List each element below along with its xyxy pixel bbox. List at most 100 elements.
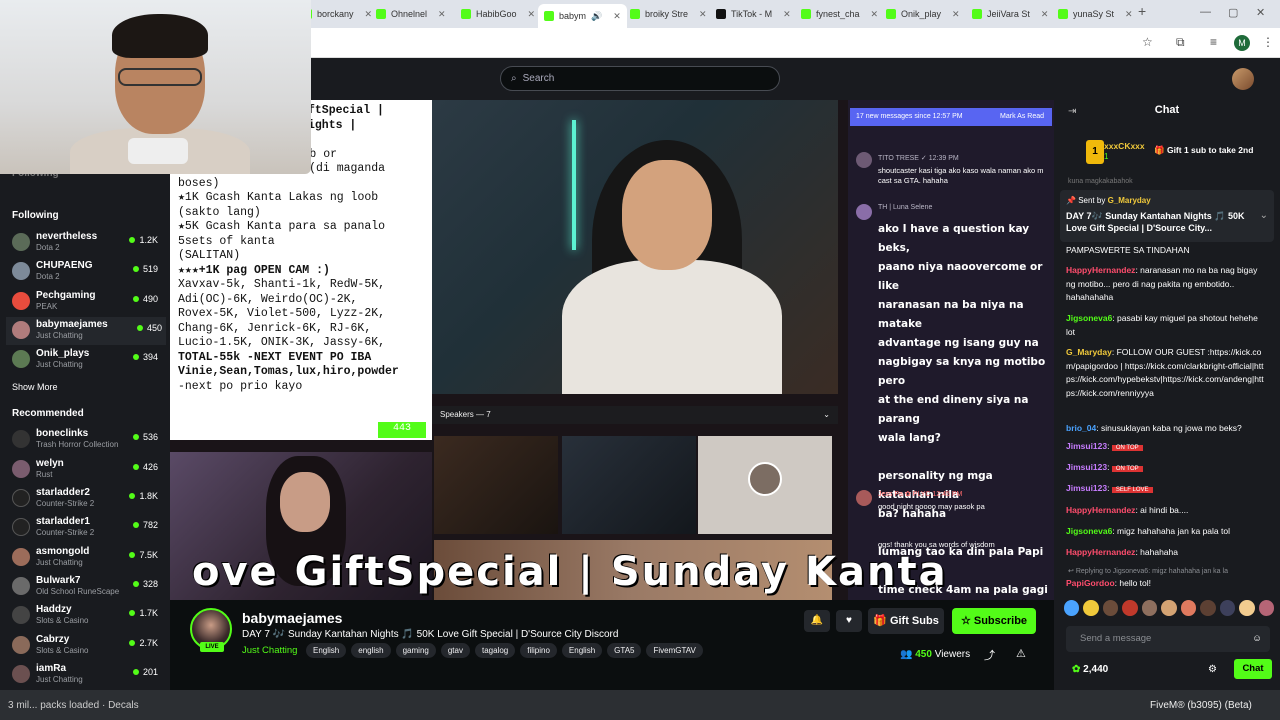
gift-sub-cta[interactable]: 🎁 Gift 1 sub to take 2nd <box>1154 145 1253 156</box>
kick-icon <box>544 11 554 21</box>
emote-icon[interactable] <box>1122 600 1138 616</box>
gift-subs-button[interactable]: 🎁 Gift Subs <box>868 608 944 634</box>
chat-message: Jimsui123: ON TOP <box>1066 461 1266 477</box>
sidebar-channel[interactable]: welyn Rust 426 <box>12 456 162 484</box>
notification-bell-button[interactable]: 🔔 <box>804 610 830 632</box>
pinned-message[interactable]: 📌 Sent by G_Maryday DAY 7🎶 Sunday Kantah… <box>1060 190 1274 242</box>
avatar <box>12 577 30 595</box>
sidebar-channel[interactable]: nevertheless Dota 2 1.2K <box>12 229 162 257</box>
emote-icon[interactable] <box>1219 600 1236 616</box>
viewer-count: 782 <box>133 520 158 530</box>
close-icon[interactable]: ✕ <box>871 9 879 20</box>
close-icon[interactable]: ✕ <box>1125 9 1133 20</box>
avatar <box>12 489 30 507</box>
sidebar-channel[interactable]: asmongold Just Chatting 7.5K <box>12 544 162 572</box>
sidebar-channel-active[interactable]: babymaejames Just Chatting 450 <box>6 317 166 345</box>
channel-points[interactable]: ✿ 2,440 <box>1072 664 1108 675</box>
emote-icon[interactable] <box>1083 600 1099 616</box>
tag[interactable]: GTA5 <box>607 643 642 658</box>
channel-info: LIVE babymaejames DAY 7 🎶 Sunday Kantaha… <box>170 600 1054 690</box>
subscribe-button[interactable]: ☆ Subscribe <box>952 608 1036 634</box>
browser-tab[interactable]: HabibGoo ✕ <box>455 4 541 24</box>
send-chat-button[interactable]: Chat <box>1234 659 1272 679</box>
channel-name[interactable]: babymaejames <box>242 610 342 626</box>
browser-profile-avatar[interactable]: M <box>1234 35 1250 51</box>
avatar <box>12 548 30 566</box>
sidebar-channel[interactable]: CHUPAENG Dota 2 519 <box>12 258 162 286</box>
users-icon: 👥 <box>900 649 916 660</box>
close-icon[interactable]: ✕ <box>613 11 621 22</box>
game-status-bar: 3 mil... packs loaded · Decals FiveM® (b… <box>0 690 1280 720</box>
category-link[interactable]: Just Chatting <box>242 645 297 656</box>
new-tab-button[interactable]: + <box>1138 3 1146 19</box>
emote-icon[interactable] <box>1200 600 1216 616</box>
tag[interactable]: tagalog <box>474 643 516 658</box>
avatar <box>856 204 872 220</box>
emote-icon[interactable] <box>1141 600 1158 616</box>
sidebar-channel[interactable]: boneclinks Trash Horror Collection 536 <box>12 426 162 454</box>
emote-icon[interactable] <box>1239 600 1255 616</box>
browser-tab[interactable]: TikTok - M ✕ <box>710 4 797 24</box>
avatar <box>12 350 30 368</box>
media-icon[interactable]: ≡ <box>1210 35 1217 49</box>
tag[interactable]: FivemGTAV <box>646 643 703 658</box>
guest-camera <box>698 436 832 534</box>
sidebar-channel[interactable]: starladder1 Counter-Strike 2 782 <box>12 514 162 542</box>
menu-dots-icon[interactable]: ⋮ <box>1262 35 1274 49</box>
tag[interactable]: gtav <box>440 643 470 658</box>
browser-tab[interactable]: JeiiVara St ✕ <box>966 4 1054 24</box>
sidebar-channel[interactable]: Bulwark7 Old School RuneScape 328 <box>12 573 162 601</box>
follow-heart-button[interactable]: ♥ <box>836 610 862 632</box>
kick-icon <box>461 9 471 19</box>
chevron-down-icon[interactable]: ⌄ <box>1260 210 1268 221</box>
emote-icon[interactable] <box>1258 600 1274 616</box>
tag[interactable]: filipino <box>520 643 557 658</box>
close-icon[interactable]: ✕ <box>699 9 707 20</box>
extensions-icon[interactable]: ⧉ <box>1176 35 1185 50</box>
browser-tab[interactable]: Onik_play ✕ <box>880 4 966 24</box>
browser-tab[interactable]: Ohnelnel ✕ <box>370 4 452 24</box>
viewer-count: 1.2K <box>129 235 158 245</box>
pin-icon: 📌 <box>1066 196 1079 205</box>
emote-icon[interactable] <box>1102 600 1119 616</box>
emote-icon[interactable] <box>1161 600 1177 616</box>
close-icon[interactable]: ✕ <box>952 9 960 20</box>
browser-tab[interactable]: yunaSy St ✕ <box>1052 4 1139 24</box>
sidebar-channel[interactable]: Onik_plays Just Chatting 394 <box>12 346 162 374</box>
emoji-icon[interactable]: ☺ <box>1252 626 1262 652</box>
close-icon[interactable]: ✕ <box>1041 9 1049 20</box>
minimize-icon[interactable]: — <box>1200 6 1211 18</box>
tag[interactable]: English <box>306 643 347 658</box>
maximize-icon[interactable]: ▢ <box>1228 6 1238 19</box>
close-icon[interactable]: ✕ <box>438 9 446 20</box>
sidebar-channel[interactable]: Haddzy Slots & Casino 1.7K <box>12 602 162 630</box>
chat-message-input[interactable]: Send a message ☺ <box>1066 626 1270 652</box>
tag[interactable]: english <box>351 643 391 658</box>
share-icon[interactable]: ⤴ <box>984 647 995 663</box>
user-avatar[interactable] <box>1232 68 1254 90</box>
avatar <box>856 490 872 506</box>
sidebar-channel[interactable]: Cabrzy Slots & Casino 2.7K <box>12 632 162 660</box>
bookmark-star-icon[interactable]: ☆ <box>1142 35 1153 49</box>
browser-tab-active[interactable]: babym 🔊 ✕ <box>538 4 627 28</box>
close-window-icon[interactable]: ✕ <box>1256 6 1265 19</box>
gift-icon: 🎁 <box>1154 145 1167 155</box>
emote-icon[interactable] <box>1064 600 1080 616</box>
emote-icon[interactable] <box>1180 600 1197 616</box>
speaker-icon[interactable]: 🔊 <box>591 11 602 22</box>
search-input[interactable]: ⌕ Search <box>500 66 780 91</box>
tag[interactable]: English <box>561 643 603 658</box>
report-icon[interactable]: ⚠ <box>1016 647 1026 660</box>
close-icon[interactable]: ✕ <box>528 9 536 20</box>
gift-leaderboard[interactable]: 1 xxxCKxxx 1 🎁 Gift 1 sub to take 2nd <box>1064 138 1274 168</box>
sidebar-channel[interactable]: Pechgaming PEAK 490 <box>12 288 162 316</box>
sidebar-channel[interactable]: starladder2 Counter-Strike 2 1.8K <box>12 485 162 513</box>
browser-tab[interactable]: broiky Stre ✕ <box>624 4 713 24</box>
gear-icon[interactable]: ⚙ <box>1208 664 1217 675</box>
browser-tab[interactable]: fynest_cha ✕ <box>795 4 884 24</box>
video-player[interactable]: ftSpecial | ights | as Loob or Kapal MUK… <box>170 100 1054 600</box>
sidebar-channel[interactable]: iamRa Just Chatting 201 <box>12 661 162 689</box>
tag[interactable]: gaming <box>395 643 436 658</box>
close-icon[interactable]: ✕ <box>783 9 791 20</box>
show-more-button[interactable]: Show More <box>12 382 58 392</box>
